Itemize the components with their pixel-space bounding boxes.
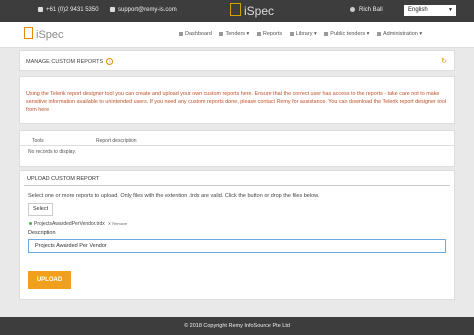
tenders-icon — [219, 31, 224, 36]
col-tools[interactable]: Tools — [32, 138, 44, 144]
upload-button[interactable]: UPLOAD — [28, 271, 71, 289]
user-menu[interactable]: Rich Ball — [350, 7, 383, 13]
nav-public-tenders[interactable]: Public tenders ▾ — [324, 31, 369, 37]
refresh-icon[interactable]: ↻ — [441, 57, 447, 65]
info-text: Using the Telerik report designer tool y… — [26, 91, 447, 113]
library-icon — [289, 31, 294, 36]
upload-instruction: Select one or more reports to upload. On… — [28, 193, 320, 199]
dashboard-icon — [179, 31, 183, 36]
nav-label: Reports — [262, 31, 283, 37]
app-logo[interactable]: iSpec — [24, 27, 64, 41]
brand-text: iSpec — [244, 4, 275, 18]
description-label: Description — [28, 230, 56, 236]
email-text: support@remy-is.com — [118, 7, 177, 14]
main-navbar: iSpec Dashboard Tenders ▾ Reports Librar… — [0, 22, 474, 48]
language-select[interactable]: English ▼ — [404, 5, 456, 16]
description-input[interactable]: Projects Awarded Per Vendor — [28, 239, 446, 253]
phone-text: +61 (0)2 9431 5350 — [46, 7, 99, 14]
user-name: Rich Ball — [359, 7, 383, 14]
brand-mark-icon — [230, 3, 241, 16]
upload-panel: UPLOAD CUSTOM REPORT Select one or more … — [19, 170, 455, 300]
copyright-text: © 2018 Copyright Remy InfoSource Pte Ltd — [184, 323, 290, 329]
nav-menu: Dashboard Tenders ▾ Reports Library ▾ Pu… — [179, 31, 428, 37]
mail-icon — [110, 7, 115, 12]
nav-tenders[interactable]: Tenders ▾ — [219, 31, 249, 37]
phone-contact[interactable]: +61 (0)2 9431 5350 — [38, 7, 99, 13]
info-panel: Using the Telerik report designer tool y… — [19, 76, 455, 124]
phone-icon — [38, 7, 43, 12]
brand-logo: iSpec — [230, 3, 274, 18]
upload-title: UPLOAD CUSTOM REPORT — [27, 176, 100, 182]
divider — [24, 185, 450, 186]
reports-icon — [256, 31, 261, 36]
caret-down-icon: ▼ — [448, 7, 453, 13]
public-tenders-icon — [324, 31, 329, 36]
nav-label: Public tenders ▾ — [330, 31, 370, 37]
logo-text: iSpec — [36, 29, 64, 41]
language-value: English — [408, 7, 428, 13]
info-message: Using the Telerik report designer tool y… — [26, 90, 448, 114]
nav-label: Tenders ▾ — [225, 31, 250, 37]
nav-label: Dashboard — [185, 31, 212, 37]
download-link[interactable]: here — [38, 107, 49, 113]
email-contact[interactable]: support@remy-is.com — [110, 7, 177, 13]
select-button[interactable]: Select — [28, 203, 53, 216]
col-report-description[interactable]: Report description — [96, 138, 137, 144]
nav-administration[interactable]: Administration ▾ — [376, 31, 423, 37]
nav-label: Administration ▾ — [382, 31, 423, 37]
success-dot-icon — [29, 222, 32, 226]
help-icon[interactable]: ? — [106, 58, 114, 65]
nav-label: Library ▾ — [295, 31, 317, 37]
file-name: ProjectsAwardedPerVendor.trdx — [34, 221, 105, 227]
table-header: Tools Report description — [20, 136, 454, 146]
nav-library[interactable]: Library ▾ — [289, 31, 317, 37]
remove-file-button[interactable]: ✕ Remove — [108, 221, 127, 226]
logo-mark-icon — [24, 27, 33, 39]
nav-dashboard[interactable]: Dashboard — [179, 31, 212, 37]
nav-reports[interactable]: Reports — [256, 31, 283, 37]
page-title-text: MANAGE CUSTOM REPORTS — [26, 58, 104, 65]
footer: © 2018 Copyright Remy InfoSource Pte Ltd — [0, 317, 474, 335]
empty-message: No records to display. — [28, 149, 76, 155]
user-icon — [350, 7, 355, 12]
reports-table: Tools Report description No records to d… — [19, 130, 455, 167]
top-bar: +61 (0)2 9431 5350 support@remy-is.com i… — [0, 0, 474, 22]
page-title: MANAGE CUSTOM REPORTS? — [26, 58, 114, 65]
administration-icon — [376, 31, 381, 36]
uploaded-file: ProjectsAwardedPerVendor.trdx ✕ Remove — [29, 221, 127, 227]
page-header-panel: MANAGE CUSTOM REPORTS? ↻ — [19, 50, 455, 71]
remove-label: Remove — [112, 221, 128, 226]
